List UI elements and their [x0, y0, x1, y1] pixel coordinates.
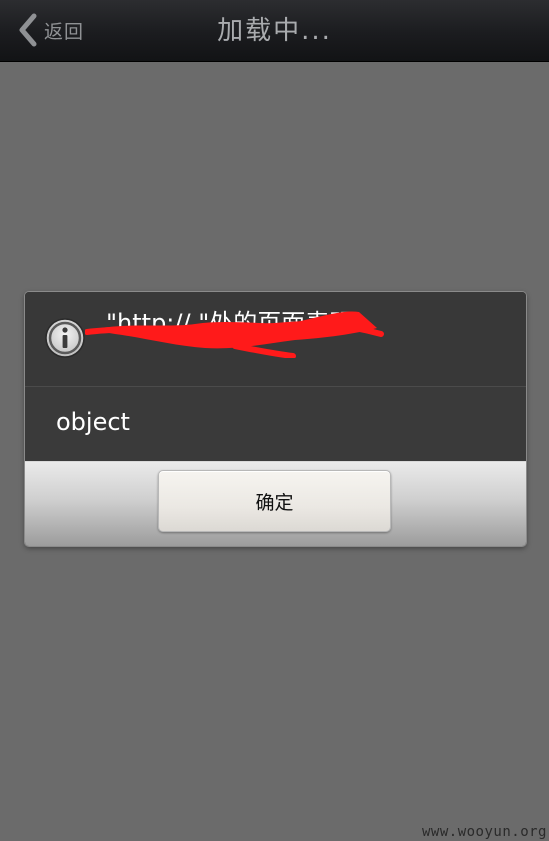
- message-text: object: [56, 408, 130, 436]
- back-label: 返回: [44, 20, 85, 43]
- confirm-button[interactable]: 确定: [158, 470, 391, 532]
- info-icon: [44, 317, 86, 359]
- chevron-left-icon: [18, 13, 40, 47]
- alert-dialog: "http:// "处的页面表明： object 确定: [25, 292, 526, 546]
- dialog-header: "http:// "处的页面表明：: [25, 292, 526, 387]
- dialog-title: "http:// "处的页面表明：: [106, 309, 378, 337]
- top-navigation-bar: 返回 加载中...: [0, 0, 549, 62]
- dialog-button-bar: 确定: [25, 461, 526, 546]
- watermark: www.wooyun.org: [421, 824, 547, 840]
- dialog-message: object: [25, 387, 526, 461]
- back-button[interactable]: 返回: [18, 10, 84, 50]
